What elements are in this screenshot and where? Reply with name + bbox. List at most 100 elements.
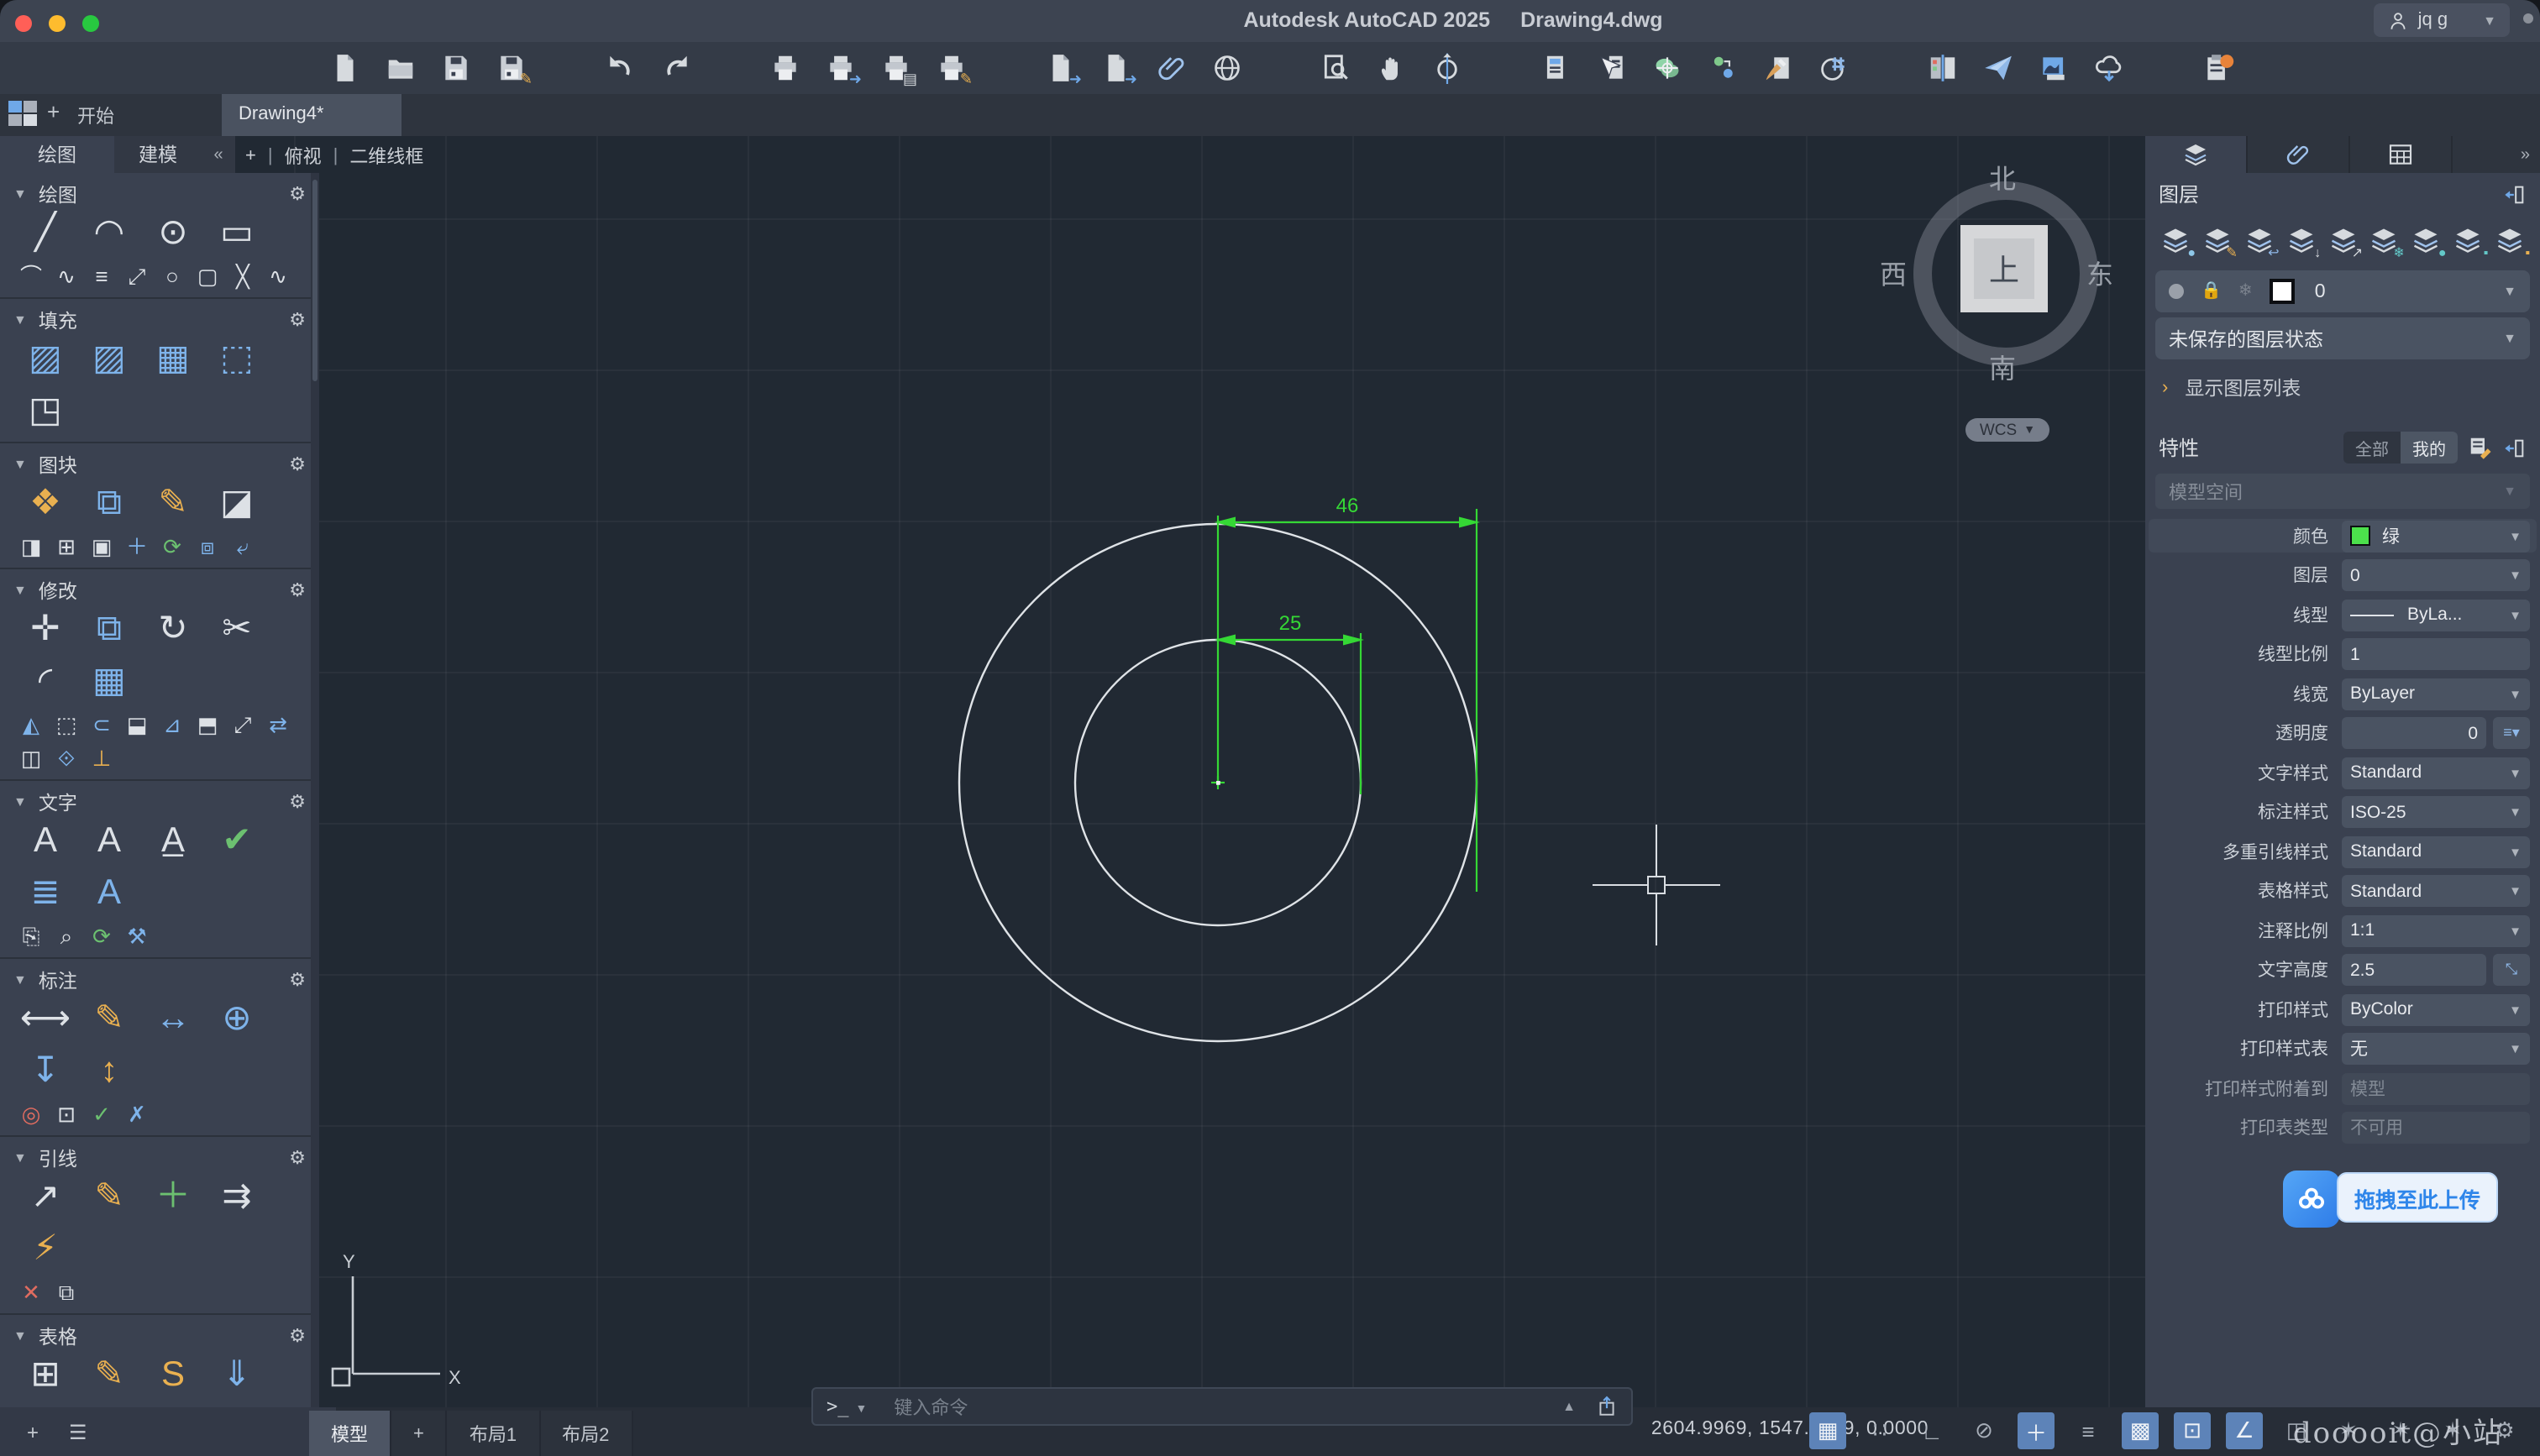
create-block-icon[interactable]: ⧉ bbox=[77, 477, 141, 529]
property-value-control[interactable]: 无 ▼ bbox=[2342, 1033, 2530, 1065]
page-setup-icon[interactable]: ✎ bbox=[936, 52, 973, 86]
properties-palette-icon[interactable] bbox=[1540, 52, 1572, 84]
minimize-window-button[interactable] bbox=[49, 15, 66, 32]
layer-off-icon[interactable]: ● bbox=[2410, 225, 2447, 259]
tab-drawing4[interactable]: Drawing4* bbox=[222, 94, 401, 136]
property-value-control[interactable]: Standard ▼ bbox=[2342, 835, 2530, 867]
user-account-menu[interactable]: jq g ▼ bbox=[2374, 3, 2510, 37]
point-style-icon[interactable] bbox=[1818, 52, 1850, 84]
orbit-icon[interactable] bbox=[1431, 52, 1463, 84]
add-leader-icon[interactable]: ＋ bbox=[141, 1171, 205, 1223]
edit-properties-icon[interactable] bbox=[2468, 435, 2493, 460]
save-as-icon[interactable]: ✎ bbox=[496, 52, 533, 86]
vertical-dim-icon[interactable]: ↕ bbox=[77, 1045, 141, 1097]
command-line[interactable]: >_ ▼ 键入命令 ▲ bbox=[811, 1387, 1633, 1426]
block-table-icon[interactable]: ⊞ bbox=[49, 529, 84, 563]
tool-palettes-icon[interactable]: ◳ bbox=[13, 385, 77, 437]
property-value-control[interactable]: 0▼ bbox=[2342, 717, 2486, 749]
polar-tracking-toggle[interactable]: ⊘ bbox=[1965, 1412, 2002, 1449]
table-list-icon[interactable]: ≣ bbox=[13, 1401, 49, 1407]
tab-sheet-sets[interactable] bbox=[2350, 136, 2453, 173]
annotation-autoscale-toggle[interactable]: ✶ bbox=[2382, 1412, 2419, 1449]
property-value-control[interactable]: ByColor ▼ bbox=[2342, 993, 2530, 1025]
wcs-dropdown[interactable]: WCS ▼ bbox=[1965, 418, 2049, 442]
text-align-icon[interactable]: ⎘ bbox=[13, 919, 49, 952]
join-icon[interactable]: ⇄ bbox=[260, 707, 296, 741]
collapse-panel-button[interactable]: « bbox=[202, 136, 235, 173]
align-icon[interactable]: ◫ bbox=[13, 741, 49, 774]
gear-icon[interactable]: ⚙ bbox=[289, 453, 306, 475]
gradient-icon[interactable]: ▦ bbox=[141, 333, 205, 385]
mtext-icon[interactable]: A bbox=[13, 814, 77, 867]
layer-properties-icon[interactable]: ● bbox=[2159, 225, 2196, 259]
property-value-control[interactable]: 2.5▼ bbox=[2342, 954, 2486, 986]
hatch-icon[interactable]: ▨ bbox=[13, 333, 77, 385]
share-icon[interactable] bbox=[1596, 1396, 1618, 1417]
revision-cloud-icon[interactable]: ▢ bbox=[190, 259, 225, 292]
property-extra-button[interactable]: ≡▾ bbox=[2493, 717, 2530, 749]
write-block-icon[interactable]: ▣ bbox=[84, 529, 119, 563]
paste-clipboard-icon[interactable] bbox=[2202, 52, 2234, 84]
quick-leader-icon[interactable]: ⚡ bbox=[13, 1223, 77, 1275]
spell-check-icon[interactable]: ✔ bbox=[205, 814, 269, 867]
copy-icon[interactable]: ⧉ bbox=[77, 603, 141, 655]
collect-leaders-icon[interactable]: ⧉ bbox=[49, 1275, 84, 1308]
fillet-icon[interactable]: ◜ bbox=[13, 655, 77, 707]
gear-icon[interactable]: ⚙ bbox=[289, 309, 306, 331]
tab-modeling[interactable]: 建模 bbox=[114, 136, 202, 173]
remove-leader-icon[interactable]: ✕ bbox=[13, 1275, 49, 1308]
geographic-location-icon[interactable] bbox=[1651, 52, 1683, 84]
open-folder-icon[interactable] bbox=[385, 52, 417, 84]
tab-draw[interactable]: 绘图 bbox=[0, 136, 114, 173]
command-input-placeholder[interactable]: 键入命令 bbox=[894, 1393, 1562, 1420]
sync-attributes-icon[interactable]: ⟳ bbox=[155, 529, 190, 563]
text-style-icon[interactable]: A̲ bbox=[141, 814, 205, 867]
palette-menu-button[interactable]: ☰ bbox=[69, 1420, 87, 1443]
layer-unlock-icon[interactable]: ▪ bbox=[2493, 225, 2530, 259]
filter-all-button[interactable]: 全部 bbox=[2343, 432, 2401, 464]
gear-icon[interactable]: ⚙ bbox=[289, 791, 306, 813]
selection-cycling-toggle[interactable]: ∠ bbox=[2226, 1412, 2263, 1449]
layer-lock-icon[interactable]: ▪ bbox=[2451, 225, 2488, 259]
grid-display-toggle[interactable]: ▦ bbox=[1809, 1412, 1846, 1449]
offset-icon[interactable]: ⊂ bbox=[84, 707, 119, 741]
mirror-icon[interactable]: ◭ bbox=[13, 707, 49, 741]
viewcube-east[interactable]: 东 bbox=[2086, 252, 2113, 292]
plot-icon[interactable] bbox=[769, 52, 801, 84]
new-file-icon[interactable] bbox=[329, 52, 361, 84]
property-value-control[interactable]: ByLa... ▼ bbox=[2342, 599, 2530, 631]
table-brush-icon[interactable]: ✎ bbox=[77, 1349, 141, 1401]
drawing-canvas[interactable]: + | 俯视 | 二维线框 46 25 Y X 上 北 南 西 东 WCS ▼ bbox=[235, 136, 2145, 1407]
stretch-icon[interactable]: ⬚ bbox=[49, 707, 84, 741]
data-link-icon[interactable]: S bbox=[141, 1349, 205, 1401]
zoom-window-button[interactable] bbox=[82, 15, 99, 32]
attach-reference-icon[interactable] bbox=[1156, 52, 1188, 84]
gear-icon[interactable]: ⚙ bbox=[289, 579, 306, 601]
tab-layout1[interactable]: 布局1 bbox=[448, 1411, 541, 1456]
property-value-control[interactable]: 1:1 ▼ bbox=[2342, 914, 2530, 946]
property-value-control[interactable]: 0▼ bbox=[2342, 559, 2530, 591]
batch-plot-icon[interactable]: ▤ bbox=[880, 52, 917, 86]
render-icon[interactable] bbox=[2038, 52, 2070, 84]
polyline-icon[interactable]: ∿ bbox=[49, 259, 84, 292]
find-text-icon[interactable]: ⌕ bbox=[49, 919, 84, 952]
property-extra-button[interactable]: ⤡ bbox=[2493, 954, 2530, 986]
viewcube-west[interactable]: 西 bbox=[1880, 252, 1907, 292]
quick-properties-toggle[interactable]: ⊡ bbox=[2174, 1412, 2211, 1449]
replace-block-icon[interactable]: ⧈ bbox=[190, 529, 225, 563]
text-brush-icon[interactable]: A bbox=[77, 814, 141, 867]
cloud-storage-icon[interactable] bbox=[2093, 52, 2125, 84]
command-history-button[interactable]: ▲ bbox=[1562, 1399, 1576, 1414]
property-value-control[interactable]: 绿 ▼ bbox=[2342, 520, 2530, 552]
array-icon[interactable]: ▦ bbox=[77, 655, 141, 707]
attribute-tag-icon[interactable]: ◨ bbox=[13, 529, 49, 563]
gear-icon[interactable]: ⚙ bbox=[289, 969, 306, 991]
layer-select-dropdown[interactable]: 🔒 ❄ 0 ▼ bbox=[2155, 270, 2530, 312]
property-value-control[interactable]: Standard ▼ bbox=[2342, 757, 2530, 788]
lineweight-display-toggle[interactable]: ≡ bbox=[2070, 1412, 2107, 1449]
filter-my-button[interactable]: 我的 bbox=[2401, 432, 2458, 464]
tab-layout2[interactable]: 布局2 bbox=[540, 1411, 633, 1456]
add-layout-button[interactable]: + bbox=[391, 1411, 448, 1456]
move-icon[interactable]: ✛ bbox=[13, 603, 77, 655]
quick-select-icon[interactable] bbox=[1596, 52, 1628, 84]
